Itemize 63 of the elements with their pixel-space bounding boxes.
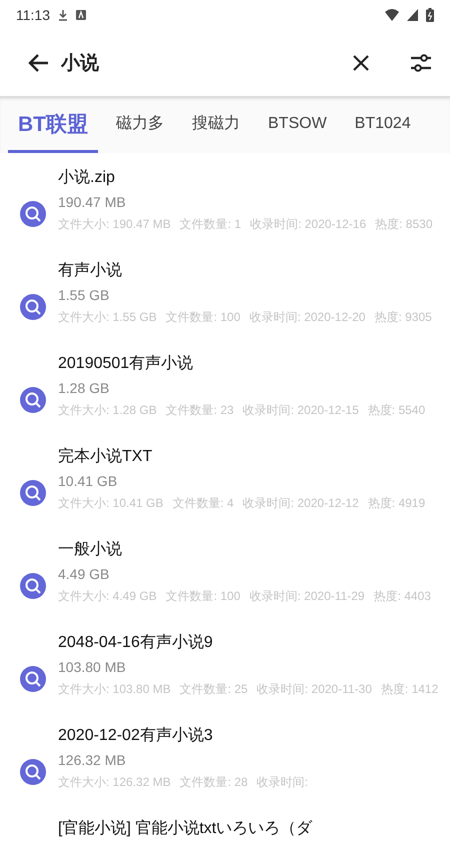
result-detail: 收录时间: 2020-12-16	[250, 216, 366, 233]
result-title[interactable]: 2048-04-16有声小说9	[58, 632, 438, 654]
result-size: 190.47 MB	[58, 193, 127, 212]
result-detail: 文件数量: 28	[180, 774, 248, 791]
result-detail: 文件数量: 25	[180, 681, 248, 698]
result-detail: 热度: 4919	[368, 495, 426, 512]
result-title[interactable]: 20190501有声小说	[58, 353, 426, 375]
result-detail: 文件大小: 10.41 GB	[58, 495, 164, 512]
search-icon	[20, 480, 46, 506]
close-icon[interactable]	[352, 54, 370, 72]
notification-icon	[76, 10, 86, 20]
result-detail: 文件大小: 1.55 GB	[58, 309, 157, 326]
result-detail: 热度: 1412	[380, 681, 438, 698]
result-size: 1.55 GB	[58, 286, 110, 305]
result-size: 103.80 MB	[58, 658, 127, 677]
result-detail: 文件数量: 100	[166, 309, 240, 326]
result-detail: 收录时间: 2020-12-12	[242, 495, 359, 512]
back-arrow-icon[interactable]	[27, 53, 49, 73]
result-detail: 文件大小: 103.80 MB	[58, 681, 171, 698]
search-icon	[20, 294, 46, 320]
source-tab[interactable]: BTSOW	[258, 97, 337, 153]
search-icon	[20, 572, 46, 598]
signal-icon	[407, 9, 418, 21]
result-title[interactable]: [官能小说] 官能小说txtいろいろ（ダ	[58, 818, 312, 840]
wifi-icon	[385, 9, 399, 21]
search-icon	[20, 758, 46, 784]
search-icon	[20, 666, 46, 692]
result-title[interactable]: 完本小说TXT	[58, 446, 426, 468]
search-icon	[20, 200, 46, 226]
filter-sliders-icon[interactable]	[410, 52, 432, 74]
result-detail: 文件数量: 23	[166, 402, 234, 419]
result-title[interactable]: 一般小说	[58, 539, 431, 561]
result-detail: 文件大小: 4.49 GB	[58, 588, 157, 605]
result-detail: 热度: 4403	[374, 588, 431, 605]
search-icon	[20, 386, 46, 412]
result-size: 126.32 MB	[58, 751, 127, 770]
result-detail: 文件数量: 1	[180, 216, 242, 233]
result-title[interactable]: 2020-12-02有声小说3	[58, 725, 308, 747]
result-detail: 文件大小: 1.28 GB	[58, 402, 157, 419]
source-tab[interactable]: BT1024	[344, 97, 421, 153]
result-detail: 收录时间: 2020-12-20	[249, 309, 366, 326]
download-icon	[58, 9, 68, 21]
result-detail: 文件数量: 4	[172, 495, 234, 512]
result-title[interactable]: 小说.zip	[58, 167, 432, 189]
source-tab[interactable]: BT联盟	[8, 97, 98, 153]
result-detail: 收录时间: 2020-11-29	[249, 588, 365, 605]
status-time: 11:13	[16, 7, 50, 23]
result-detail: 收录时间: 2020-12-15	[242, 402, 359, 419]
result-detail: 热度: 9305	[374, 309, 432, 326]
result-detail: 热度: 8530	[375, 216, 432, 233]
source-tab[interactable]: 磁力多	[106, 97, 174, 153]
source-tab[interactable]: 搜磁力	[182, 97, 250, 153]
result-size: 10.41 GB	[58, 472, 118, 491]
result-title[interactable]: 有声小说	[58, 260, 432, 282]
result-detail: 文件数量: 100	[166, 588, 240, 605]
result-size: 1.28 GB	[58, 379, 110, 398]
battery-icon	[426, 8, 434, 22]
result-detail: 热度: 5540	[368, 402, 426, 419]
result-detail: 文件大小: 190.47 MB	[58, 216, 171, 233]
result-detail: 收录时间:	[256, 774, 308, 791]
result-size: 4.49 GB	[58, 565, 110, 584]
result-detail: 收录时间: 2020-11-30	[256, 681, 372, 698]
result-detail: 文件大小: 126.32 MB	[58, 774, 171, 791]
